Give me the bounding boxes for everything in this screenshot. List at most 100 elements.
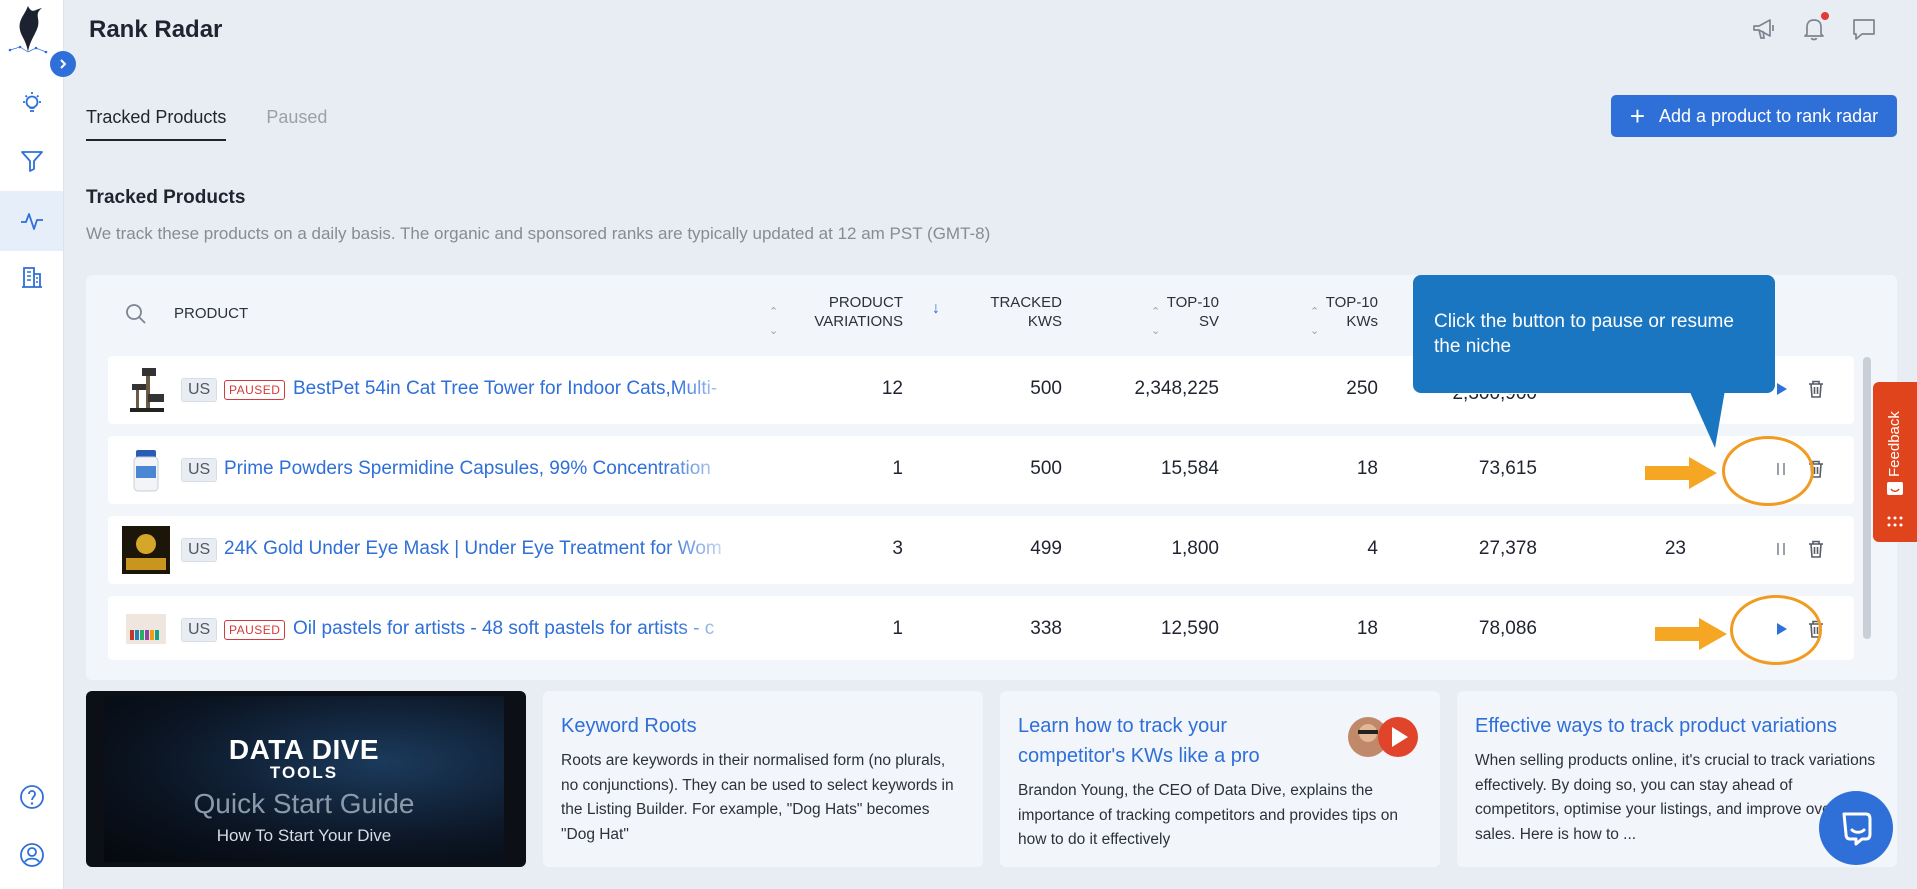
column-variations-line2: VARIATIONS	[814, 313, 903, 330]
cell-tracked-kws: 500	[1030, 378, 1062, 399]
product-name-link[interactable]: 24K Gold Under Eye Mask | Under Eye Trea…	[224, 538, 743, 560]
card-keyword-roots[interactable]: Keyword Roots Roots are keywords in thei…	[543, 691, 983, 867]
product-thumbnail	[133, 450, 159, 492]
section-description: We track these products on a daily basis…	[86, 224, 991, 243]
cell-top10-kws: 250	[1346, 378, 1378, 399]
video-caption: How To Start Your Dive	[216, 826, 392, 845]
video-title: DATA DIVE	[228, 734, 380, 765]
table-row[interactable]: US PAUSED Oil pastels for artists - 48 s…	[108, 596, 1854, 660]
sidebar-item-ideas[interactable]	[0, 73, 63, 133]
delete-button[interactable]	[1805, 538, 1827, 560]
sidebar	[0, 0, 76, 889]
sort-desc-icon: ↓	[932, 300, 940, 317]
table-row[interactable]: US 24K Gold Under Eye Mask | Under Eye T…	[108, 516, 1854, 584]
country-badge: US	[181, 458, 218, 482]
sort-icon: ⌃ ⌄	[1310, 306, 1320, 337]
card-text: Brandon Young, the CEO of Data Dive, exp…	[1018, 782, 1398, 848]
cell-top10-sv: 2,348,225	[1134, 378, 1219, 399]
feedback-tab[interactable]: Feedback	[1873, 382, 1917, 542]
product-thumbnail	[122, 526, 170, 574]
expand-sidebar-button[interactable]	[50, 51, 76, 77]
building-icon	[21, 267, 42, 288]
column-top10-sv[interactable]: ⌃ ⌄ TOP-10 SV	[1099, 293, 1219, 337]
cell-tracked-kws: 338	[1030, 618, 1062, 639]
column-tracked-kws[interactable]: ↓ TRACKED KWS	[932, 293, 1062, 331]
cell-col7: 23	[1664, 538, 1686, 559]
tab-bar: Tracked Products Paused	[86, 107, 327, 141]
delete-button[interactable]	[1805, 378, 1827, 400]
column-top10kws-line2: KWs	[1346, 313, 1378, 330]
country-badge: US	[181, 618, 218, 642]
cell-top10-kws: 18	[1356, 458, 1378, 479]
support-chat-icon	[1842, 812, 1872, 846]
column-top10sv-line1: TOP-10	[1166, 294, 1219, 311]
bulb-icon	[22, 92, 41, 112]
tab-tracked-products[interactable]: Tracked Products	[86, 107, 227, 141]
cell-variations: 3	[892, 538, 903, 559]
notification-dot	[1821, 12, 1829, 20]
section-title: Tracked Products	[86, 187, 246, 208]
card-title[interactable]: Keyword Roots	[561, 711, 965, 741]
arrow-right-icon	[1655, 618, 1727, 650]
smile-chat-icon	[1887, 482, 1903, 495]
product-name-link[interactable]: BestPet 54in Cat Tree Tower for Indoor C…	[293, 378, 743, 400]
highlight-circle	[1730, 595, 1822, 665]
user-icon[interactable]	[19, 842, 45, 868]
sort-icon: ⌃ ⌄	[769, 306, 779, 337]
column-product: PRODUCT	[174, 305, 249, 322]
support-chat-button[interactable]	[1819, 791, 1893, 865]
tab-paused[interactable]: Paused	[266, 107, 327, 141]
cell-top10-sv: 1,800	[1171, 538, 1219, 559]
add-product-button[interactable]: + Add a product to rank radar	[1611, 95, 1897, 137]
onboarding-tooltip: Click the button to pause or resume the …	[1413, 275, 1775, 393]
chevron-right-icon	[60, 59, 67, 69]
cell-top10-sv: 12,590	[1160, 618, 1219, 639]
column-tracked-line2: KWS	[1027, 313, 1062, 330]
pulse-icon	[20, 213, 43, 230]
cell-col6: 27,378	[1478, 538, 1537, 559]
column-top10sv-line2: SV	[1198, 313, 1219, 330]
table-row[interactable]: US Prime Powders Spermidine Capsules, 99…	[108, 436, 1854, 504]
quick-start-video[interactable]: DATA DIVE TOOLS Quick Start Guide How To…	[86, 691, 526, 867]
column-variations[interactable]: ⌃ ⌄ PRODUCT VARIATIONS	[769, 293, 903, 337]
cell-variations: 1	[892, 458, 903, 479]
card-title[interactable]: Learn how to track your competitor's KWs…	[1018, 711, 1338, 771]
cell-top10-sv: 15,584	[1160, 458, 1219, 479]
chat-icon[interactable]	[1851, 16, 1877, 42]
tooltip-pointer	[1689, 390, 1725, 448]
sidebar-item-buildings[interactable]	[0, 247, 63, 307]
plus-icon: +	[1629, 101, 1646, 131]
table-scrollbar[interactable]	[1863, 357, 1871, 639]
logo-icon[interactable]	[6, 4, 52, 56]
sort-icon: ⌃ ⌄	[1151, 306, 1161, 337]
notifications-button[interactable]	[1801, 12, 1829, 42]
cell-col6: 78,086	[1478, 618, 1537, 639]
card-track-competitors[interactable]: Learn how to track your competitor's KWs…	[1000, 691, 1440, 867]
tooltip-text: Click the button to pause or resume the …	[1434, 311, 1734, 357]
column-top10-kws[interactable]: ⌃ ⌄ TOP-10 KWs	[1258, 293, 1378, 337]
paused-badge: PAUSED	[224, 380, 286, 400]
megaphone-icon[interactable]	[1751, 16, 1777, 42]
product-thumbnail	[130, 368, 164, 412]
search-icon[interactable]	[124, 302, 148, 326]
sidebar-item-filter[interactable]	[0, 131, 63, 191]
cell-variations: 1	[892, 618, 903, 639]
video-heading: Quick Start Guide	[193, 788, 415, 819]
column-variations-line1: PRODUCT	[828, 294, 903, 311]
product-thumbnail	[126, 614, 166, 644]
video-subtitle: TOOLS	[269, 763, 339, 782]
help-icon[interactable]	[19, 784, 45, 810]
cell-col6: 73,615	[1478, 458, 1537, 479]
sidebar-item-rank-radar[interactable]	[0, 191, 63, 251]
product-name-link[interactable]: Prime Powders Spermidine Capsules, 99% C…	[224, 458, 743, 480]
header-actions	[1751, 12, 1877, 42]
pause-button[interactable]	[1770, 538, 1792, 560]
grip-icon	[1887, 516, 1903, 527]
product-name-link[interactable]: Oil pastels for artists - 48 soft pastel…	[293, 618, 743, 640]
country-badge: US	[181, 378, 218, 402]
country-badge: US	[181, 538, 218, 562]
column-top10kws-line1: TOP-10	[1325, 294, 1378, 311]
cell-top10-kws: 4	[1367, 538, 1378, 559]
card-title[interactable]: Effective ways to track product variatio…	[1475, 711, 1879, 741]
cell-tracked-kws: 499	[1030, 538, 1062, 559]
